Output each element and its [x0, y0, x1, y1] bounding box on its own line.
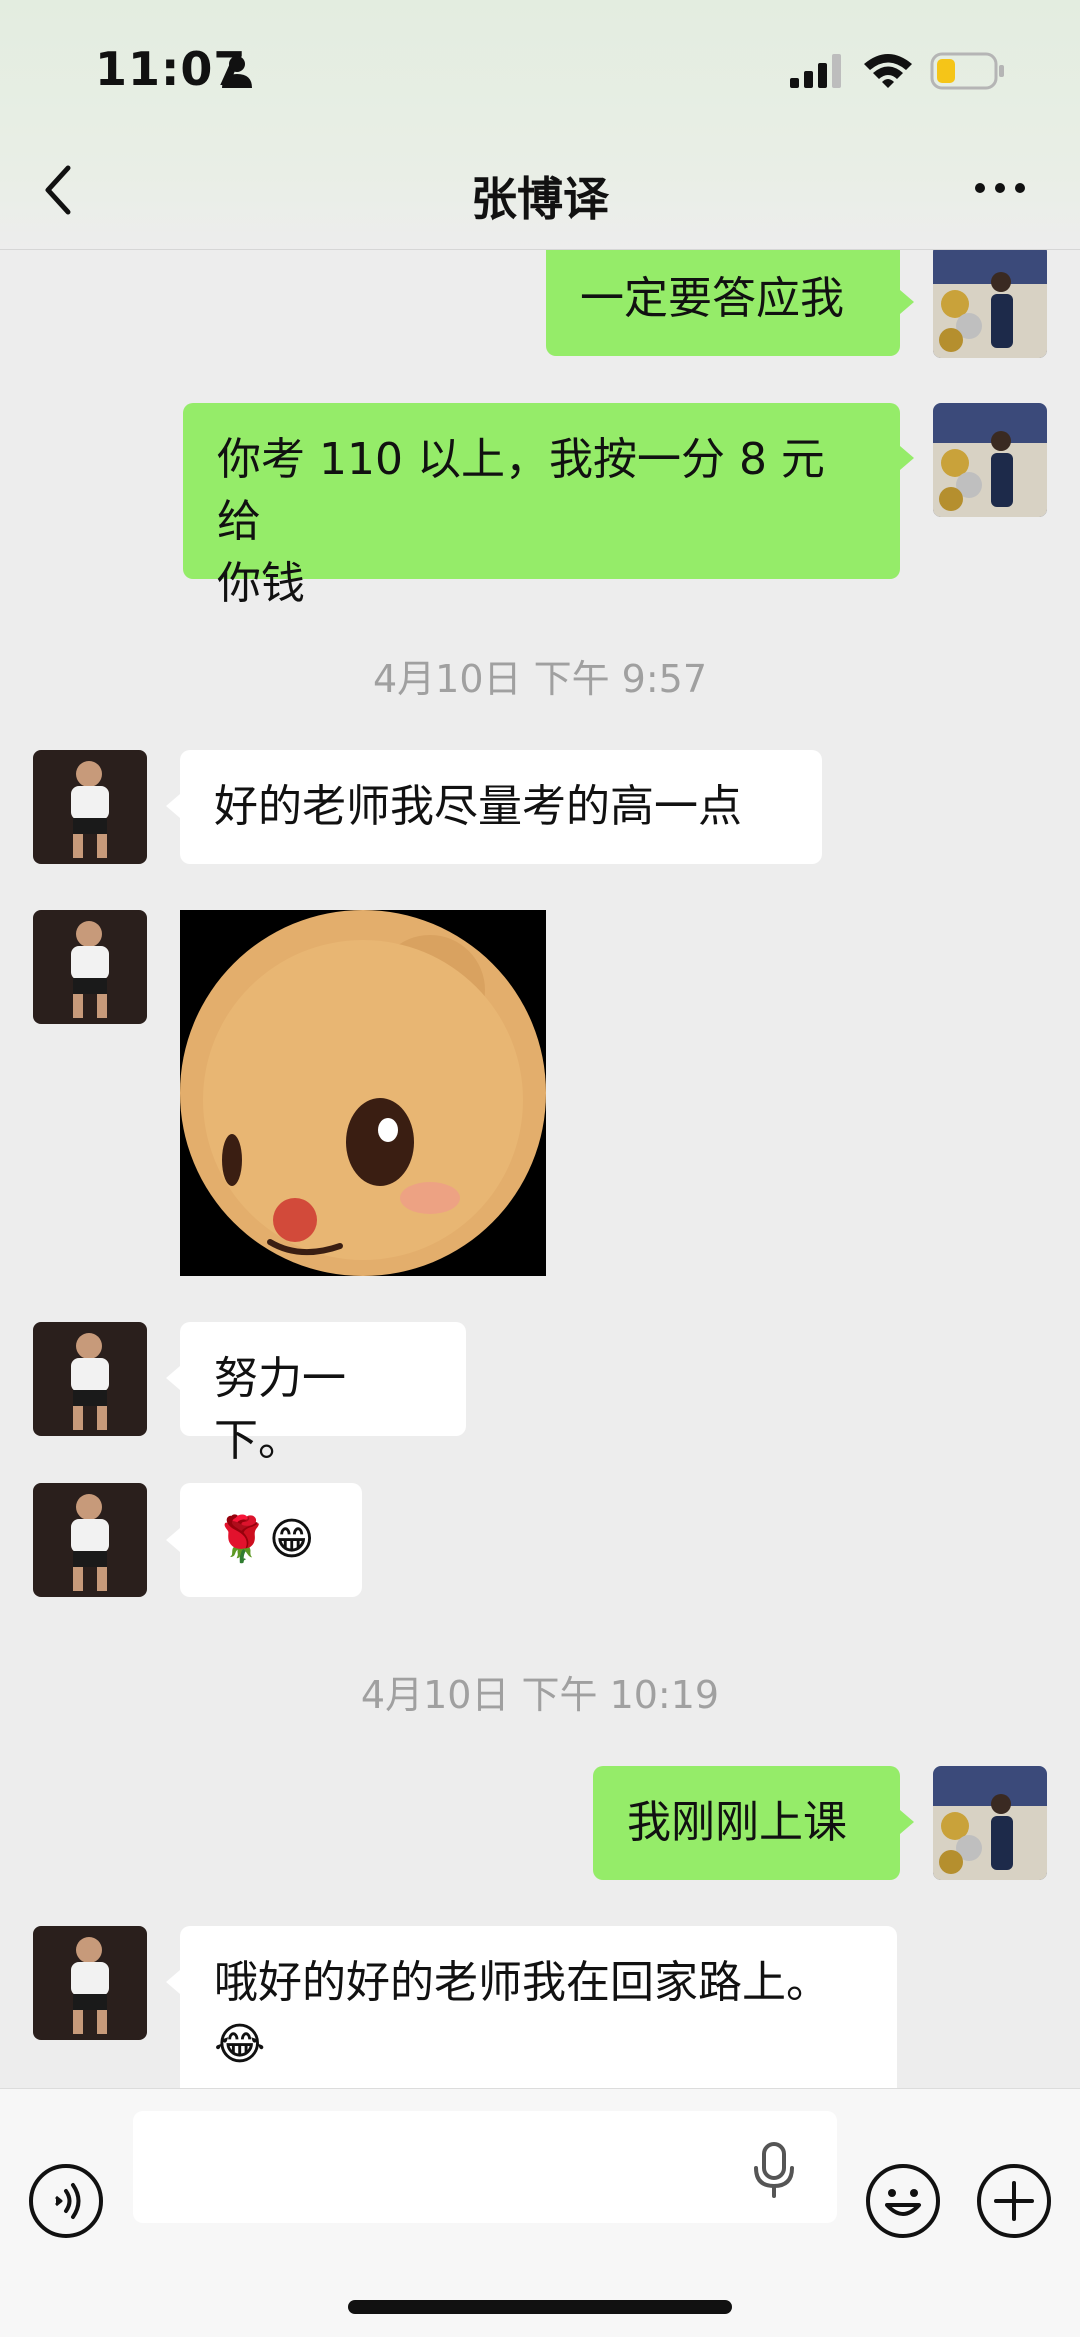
home-indicator [348, 2300, 732, 2314]
more-functions-button[interactable] [976, 2163, 1052, 2239]
message-bubble[interactable]: 一定要答应我 [546, 250, 900, 356]
contact-avatar[interactable] [33, 1483, 147, 1597]
timestamp: 4月10日 下午 9:57 [372, 657, 708, 701]
chat-title: 张博译 [471, 172, 609, 226]
message-bubble[interactable]: 我刚刚上课 [593, 1766, 900, 1880]
sticker-image[interactable] [180, 910, 546, 1276]
message-input[interactable] [133, 2111, 837, 2223]
message-bubble[interactable]: 好的老师我尽量考的高一点 [180, 750, 822, 864]
message-bubble[interactable]: 努力一下。 [180, 1322, 466, 1466]
person-icon [222, 56, 252, 88]
my-avatar[interactable] [933, 403, 1047, 517]
more-options-button[interactable] [972, 176, 1028, 200]
my-avatar[interactable] [933, 250, 1047, 358]
emoji-button[interactable] [865, 2163, 941, 2239]
contact-avatar[interactable] [33, 750, 147, 864]
message-bubble[interactable]: 哦好的好的老师我在回家路上。 😂 [180, 1926, 897, 2088]
message-bubble[interactable]: 你考 110 以上，我按一分 8 元给 你钱 [183, 403, 900, 609]
top-bar: 11:07 张博译 [0, 0, 1080, 250]
battery-icon [930, 52, 1004, 90]
my-avatar[interactable] [933, 1766, 1047, 1880]
input-bar [0, 2088, 1080, 2337]
message-bubble[interactable]: 🌹😁 [180, 1483, 362, 1597]
contact-avatar[interactable] [33, 1322, 147, 1436]
contact-avatar[interactable] [33, 1926, 147, 2040]
contact-avatar[interactable] [33, 910, 147, 1024]
wifi-icon [864, 54, 912, 88]
mic-icon[interactable] [752, 2142, 796, 2198]
timestamp: 4月10日 下午 10:19 [360, 1673, 720, 1717]
signal-icon [790, 54, 841, 88]
voice-mode-button[interactable] [28, 2163, 104, 2239]
chat-area[interactable]: 一定要答应我 你考 110 以上，我按一分 8 元给 你钱 4月10日 下午 9… [0, 250, 1080, 2088]
